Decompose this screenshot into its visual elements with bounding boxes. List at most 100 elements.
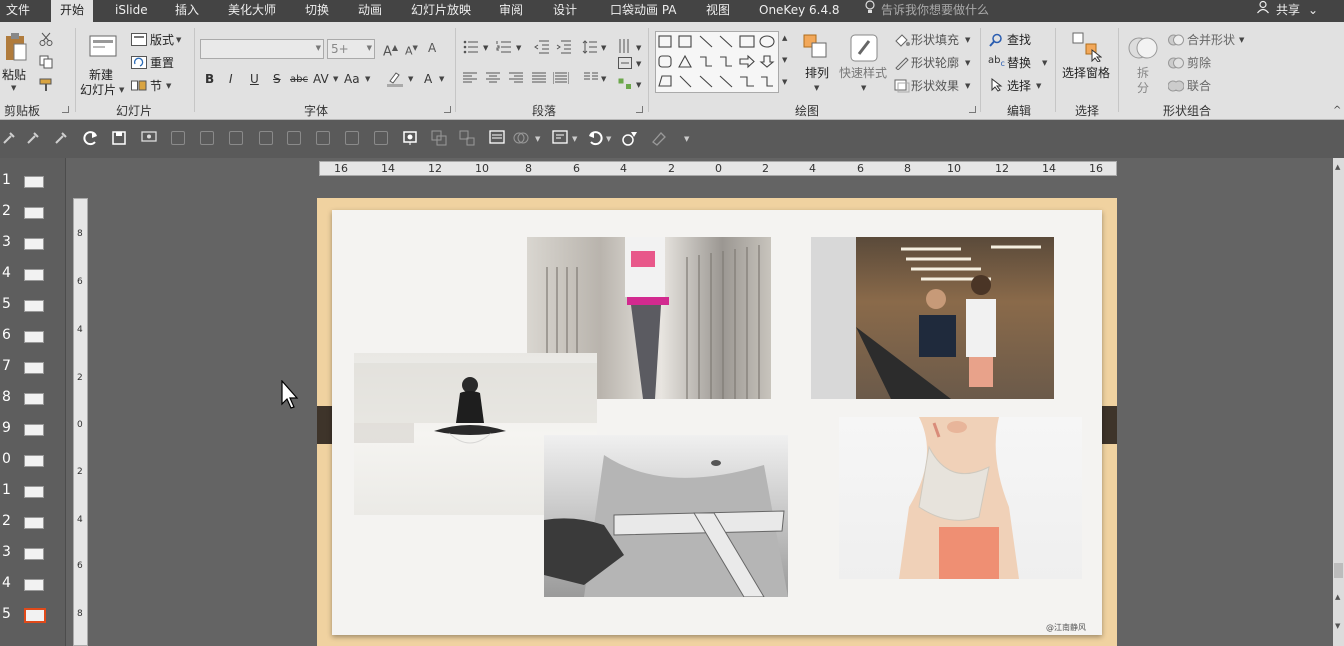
presentation-icon[interactable] [141,131,157,148]
section-button[interactable]: 节 [150,79,162,93]
quick-styles-button[interactable]: 快速样式 [839,66,887,80]
gym-trainer-photo[interactable] [811,237,1054,399]
align-bottom-icon[interactable] [229,131,243,145]
increase-indent-icon[interactable] [556,40,572,57]
keyboard-icon[interactable] [489,130,505,147]
union-button[interactable]: 联合 [1187,79,1211,93]
tab-transitions[interactable]: 切换 [305,0,329,22]
chevron-down-icon[interactable]: ▼ [636,60,641,68]
char-spacing-icon[interactable]: AV [313,72,329,86]
shapes-combine-icon[interactable] [513,130,529,149]
towel-drinking-photo[interactable] [839,417,1082,579]
shape-outline-button[interactable]: 形状轮廓 [911,56,959,70]
merge-shapes-button[interactable]: 合并形状 [1187,33,1235,47]
numbering-icon[interactable] [496,40,512,57]
align-text-icon[interactable] [618,57,632,72]
paint-icon[interactable] [651,130,669,149]
chevron-down-icon[interactable]: ▼ [861,84,866,92]
font-color-icon[interactable]: A [424,72,432,86]
shape-effects-button[interactable]: 形状效果 [911,79,959,93]
undo-icon[interactable] [587,130,603,149]
crop-icon[interactable] [402,130,418,149]
shadow-button[interactable]: abc [290,73,308,87]
eyedropper-icon[interactable] [2,131,16,148]
new-slide-label-1[interactable]: 新建 [89,68,113,82]
clear-format-icon[interactable]: A [428,41,436,55]
tab-design[interactable]: 设计 [553,0,577,22]
align-left-icon[interactable] [463,72,477,87]
collapse-ribbon-icon[interactable]: ^ [1333,104,1341,118]
chevron-down-icon[interactable]: ▼ [1239,36,1244,44]
justify-icon[interactable] [532,72,546,87]
layout-button[interactable]: 版式 [150,33,174,47]
tab-home[interactable]: 开始 [51,0,94,22]
highlight-icon[interactable] [386,71,404,90]
slide-thumbnail[interactable] [24,486,44,498]
change-case-icon[interactable]: Aa [344,72,360,86]
tab-beautify[interactable]: 美化大师 [228,0,276,22]
chevron-down-icon[interactable]: ▼ [965,82,970,90]
paste-icon[interactable] [4,32,28,67]
format-painter-icon[interactable] [39,78,53,95]
bullets-icon[interactable] [463,40,479,57]
chevron-down-icon[interactable]: ▼ [535,135,540,143]
share-button[interactable]: 共享 [1276,0,1300,22]
scroll-thumb[interactable] [1334,563,1343,578]
font-name-combobox[interactable]: ▼ [200,39,324,59]
tell-me-input[interactable]: 告诉我你想要做什么 [881,0,989,22]
decrease-indent-icon[interactable] [534,40,550,57]
slide-thumbnail[interactable] [24,176,44,188]
eyedropper-icon[interactable] [26,131,40,148]
slide-thumbnail[interactable] [24,517,44,529]
chevron-down-icon[interactable]: ▼ [1036,82,1041,90]
align-middle-icon[interactable] [345,131,359,145]
chevron-down-icon[interactable]: ▼ [1042,59,1047,67]
save-icon[interactable] [112,131,126,148]
align-center-icon[interactable] [200,131,214,145]
shrink-font-icon[interactable]: A▼ [405,41,418,59]
align-right-icon[interactable] [259,131,273,145]
chevron-down-icon[interactable]: ▼ [439,75,444,83]
paste-label[interactable]: 粘贴 [2,68,26,82]
line-spacing-icon[interactable] [582,40,598,57]
columns-icon[interactable] [584,72,598,87]
distribute-icon[interactable] [287,131,301,145]
waist-measuring-tape-photo[interactable] [544,435,788,597]
tab-animations[interactable]: 动画 [358,0,382,22]
slide-thumbnail[interactable] [24,548,44,560]
chevron-down-icon[interactable]: ▼ [965,36,970,44]
subtract-button[interactable]: 剪除 [1187,56,1211,70]
strikethrough-button[interactable]: S [273,72,281,86]
align-center-icon[interactable] [486,72,500,87]
group-icon[interactable] [431,130,447,149]
underline-button[interactable]: U [250,72,259,86]
tab-review[interactable]: 审阅 [499,0,523,22]
next-slide-icon[interactable]: ▼ [1335,622,1340,630]
tab-insert[interactable]: 插入 [175,0,199,22]
font-size-combobox[interactable]: 5+ ▼ [327,39,375,59]
select-button[interactable]: 选择 [1007,79,1031,93]
gallery-more-icon[interactable]: ▼ [782,78,787,86]
chevron-down-icon[interactable]: ▼ [119,86,124,94]
shape-gallery[interactable] [655,31,779,93]
chevron-down-icon[interactable]: ▼ [316,44,321,52]
eyedropper-icon[interactable] [54,131,68,148]
new-slide-label-2[interactable]: 幻灯片 [80,83,116,97]
dialog-launcher-icon[interactable] [444,106,451,113]
split-label-2[interactable]: 分 [1137,81,1149,95]
distribute-vertical-icon[interactable] [374,131,388,145]
selection-pane-button[interactable]: 选择窗格 [1062,66,1110,80]
scroll-up-icon[interactable]: ▲ [1335,163,1340,171]
vertical-scrollbar[interactable]: ▲ ▲ ▼ [1333,158,1344,646]
bold-button[interactable]: B [205,72,214,86]
tab-pocket-animation[interactable]: 口袋动画 PA [610,0,677,22]
arrange-button[interactable]: 排列 [805,66,829,80]
chevron-down-icon[interactable]: ▼ [965,59,970,67]
align-top-icon[interactable] [316,131,330,145]
slide-thumbnail[interactable] [24,579,44,591]
smartart-icon[interactable] [618,78,632,93]
chevron-down-icon[interactable]: ▼ [408,75,413,83]
chevron-down-icon[interactable]: ⌄ [1308,0,1318,22]
slide-thumbnail[interactable] [24,331,44,343]
tab-onekey[interactable]: OneKey 6.4.8 [759,0,840,22]
